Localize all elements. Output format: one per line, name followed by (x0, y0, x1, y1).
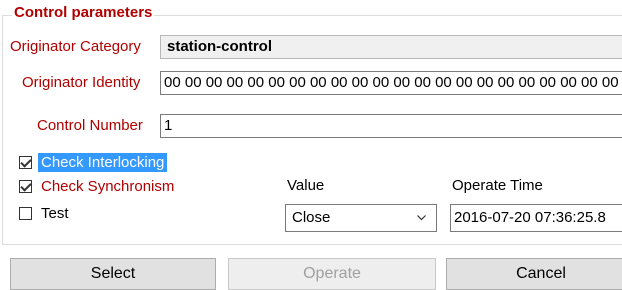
check-synchronism-row[interactable]: Check Synchronism (19, 176, 177, 197)
test-checkbox[interactable] (19, 207, 32, 220)
check-interlocking-row[interactable]: Check Interlocking (19, 152, 168, 173)
check-synchronism-checkbox[interactable] (19, 180, 32, 193)
control-number-field[interactable]: 1 (160, 114, 622, 138)
originator-category-field: station-control (160, 35, 622, 59)
check-interlocking-checkbox[interactable] (19, 156, 32, 169)
value-label: Value (287, 177, 325, 194)
check-interlocking-label[interactable]: Check Interlocking (38, 153, 168, 172)
test-label[interactable]: Test (38, 204, 72, 223)
value-selected: Close (292, 209, 331, 226)
control-number-label: Control Number (37, 117, 143, 134)
originator-identity-field[interactable]: 00 00 00 00 00 00 00 00 00 00 00 00 00 0… (160, 71, 622, 95)
operate-time-field[interactable]: 2016-07-20 07:36:25.8 (450, 204, 622, 232)
check-synchronism-label[interactable]: Check Synchronism (38, 177, 177, 196)
originator-category-label: Originator Category (10, 38, 141, 55)
control-parameters-title: Control parameters (12, 3, 155, 23)
originator-identity-label: Originator Identity (22, 74, 141, 91)
cancel-button[interactable]: Cancel (446, 258, 622, 290)
operate-time-label: Operate Time (452, 177, 543, 194)
operate-button[interactable]: Operate (228, 258, 436, 290)
select-button[interactable]: Select (10, 258, 216, 290)
chevron-down-icon (417, 215, 426, 221)
test-row[interactable]: Test (19, 203, 72, 224)
value-select[interactable]: Close (285, 204, 437, 232)
